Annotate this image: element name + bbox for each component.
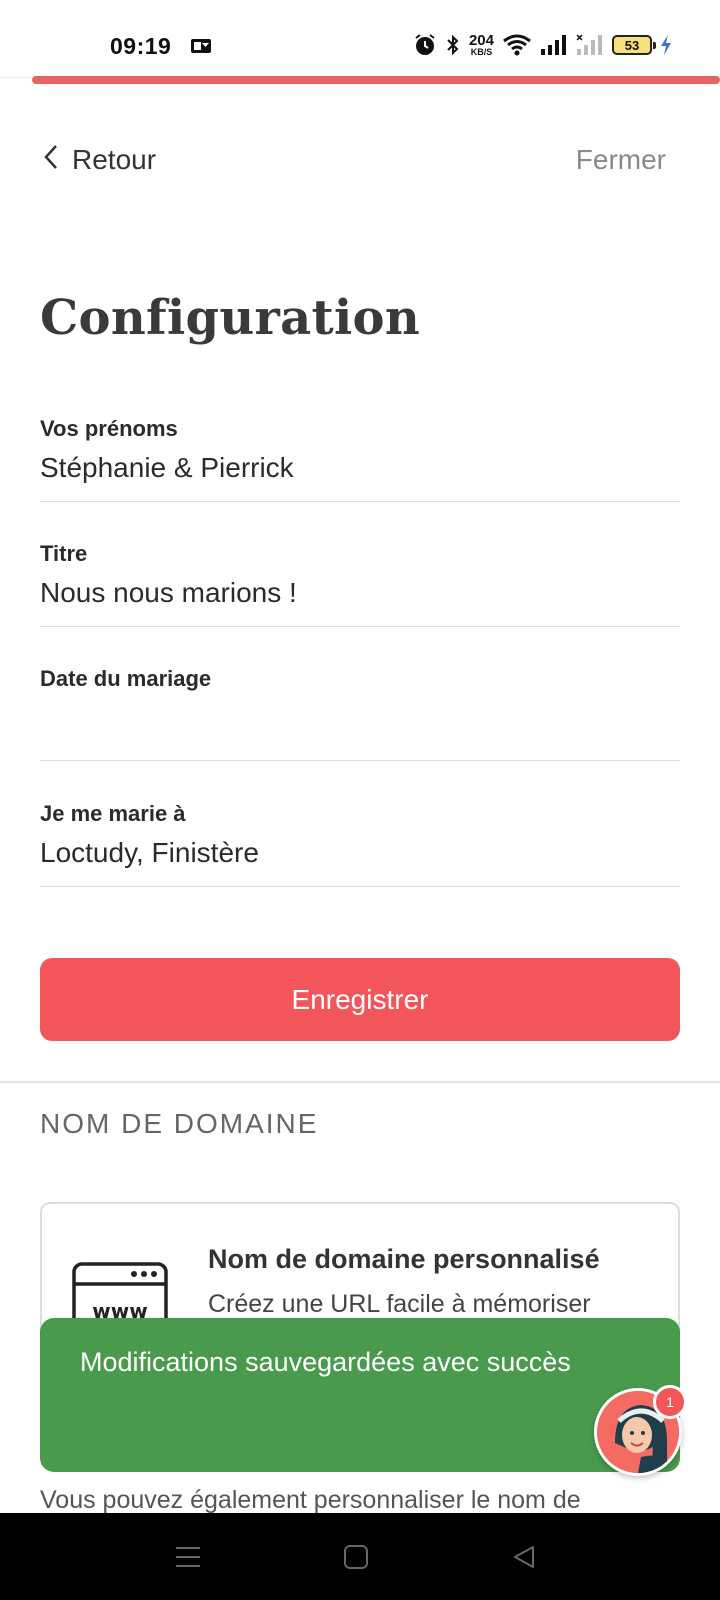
wifi-icon <box>502 33 532 57</box>
field-label: Vos prénoms <box>40 416 178 441</box>
signal-no-service-icon <box>576 34 604 56</box>
bluetooth-icon <box>445 33 461 57</box>
back-label: Retour <box>72 144 157 175</box>
section-divider <box>0 1081 720 1083</box>
field-value: Loctudy, Finistère <box>40 837 259 868</box>
back-button[interactable]: Retour <box>42 140 156 180</box>
net-speed-unit: KB/S <box>470 47 493 57</box>
net-speed: 204 KB/S <box>469 33 494 57</box>
field-title[interactable]: Titre Nous nous marions ! <box>40 536 680 627</box>
recent-apps-button[interactable] <box>148 1513 228 1600</box>
close-button[interactable]: Fermer <box>576 140 666 180</box>
net-speed-value: 204 <box>468 32 494 49</box>
system-nav-bar <box>0 1513 720 1600</box>
status-time: 09:19 <box>110 33 172 59</box>
menu-icon <box>176 1546 200 1567</box>
alarm-icon <box>413 33 437 57</box>
home-square-icon <box>344 1544 368 1569</box>
status-icons: 204 KB/S 53 <box>413 30 672 60</box>
field-label: Je me marie à <box>40 801 186 826</box>
back-triangle-icon <box>514 1545 534 1568</box>
domain-footer-note: Vous pouvez également personnaliser le n… <box>40 1486 581 1514</box>
page-title: Configuration <box>40 290 421 346</box>
save-button[interactable]: Enregistrer <box>40 958 680 1041</box>
field-label: Titre <box>40 541 88 566</box>
domain-card-title: Nom de domaine personnalisé <box>208 1244 600 1274</box>
chevron-left-icon <box>42 143 60 178</box>
field-value: Nous nous marions ! <box>40 577 297 608</box>
charging-icon <box>660 34 672 56</box>
signal-icon <box>540 34 568 56</box>
chat-notification-badge: 1 <box>653 1385 687 1419</box>
home-button[interactable] <box>316 1513 396 1600</box>
field-wedding-date[interactable]: Date du mariage <box>40 662 680 761</box>
domain-section-heading: NOM DE DOMAINE <box>40 1108 319 1139</box>
field-label: Date du mariage <box>40 666 212 691</box>
system-back-button[interactable] <box>484 1513 564 1600</box>
battery-icon: 53 <box>612 35 656 55</box>
success-toast: Modifications sauvegardées avec succès <box>40 1318 680 1472</box>
field-first-names[interactable]: Vos prénoms Stéphanie & Pierrick <box>40 410 680 502</box>
domain-card-description: Créez une URL facile à mémoriser <box>208 1290 591 1318</box>
field-location[interactable]: Je me marie à Loctudy, Finistère <box>40 788 680 887</box>
notification-app-icon <box>190 37 212 55</box>
status-bar: 09:19 204 KB/S 53 <box>0 0 720 78</box>
field-value: Stéphanie & Pierrick <box>40 452 294 483</box>
top-progress-line <box>32 76 720 84</box>
